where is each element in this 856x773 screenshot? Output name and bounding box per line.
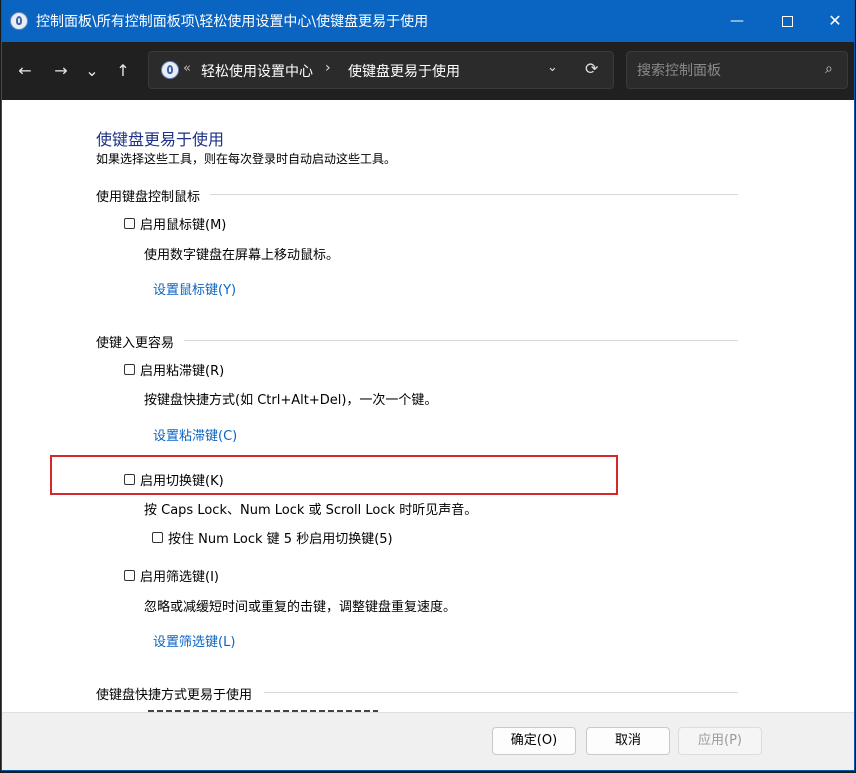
filter-keys-label: 启用筛选键(I)	[140, 570, 219, 585]
section-divider	[210, 194, 738, 195]
control-panel-icon	[161, 61, 179, 79]
control-panel-window: 控制面板\所有控制面板项\轻松使用设置中心\使键盘更易于使用 — ✕ ← → ⌄…	[2, 0, 854, 770]
toggle-keys-description: 按 Caps Lock、Num Lock 或 Scroll Lock 时听见声音…	[144, 503, 478, 518]
toggle-keys-hold-option[interactable]: 按住 Num Lock 键 5 秒启用切换键(5)	[152, 528, 393, 547]
toggle-keys-hold-label: 按住 Num Lock 键 5 秒启用切换键(5)	[168, 532, 393, 547]
mouse-keys-option[interactable]: 启用鼠标键(M)	[124, 214, 226, 233]
maximize-button[interactable]	[764, 6, 810, 36]
title-bar: 控制面板\所有控制面板项\轻松使用设置中心\使键盘更易于使用 — ✕	[2, 0, 854, 42]
forward-button[interactable]: →	[48, 58, 74, 84]
chevron-right-icon[interactable]: ›	[325, 60, 331, 76]
filter-keys-checkbox[interactable]	[124, 570, 135, 581]
setup-sticky-keys-link[interactable]: 设置粘滞键(C)	[153, 425, 237, 444]
back-button[interactable]: ←	[12, 58, 38, 84]
main-content: 使键盘更易于使用 如果选择这些工具，则在每次登录时自动启动这些工具。 使用键盘控…	[2, 100, 854, 714]
address-dropdown-button[interactable]: ⌄	[547, 60, 558, 75]
search-icon[interactable]: ⌕	[825, 61, 833, 77]
filter-keys-description: 忽略或减缓短时间或重复的击键，调整键盘重复速度。	[144, 600, 457, 615]
breadcrumb-keyboard[interactable]: 使键盘更易于使用	[348, 61, 460, 81]
up-button[interactable]: ↑	[110, 58, 136, 84]
search-input[interactable]	[635, 60, 819, 82]
cancel-button[interactable]: 取消	[586, 727, 670, 755]
dialog-footer: 确定(O) 取消 应用(P)	[2, 712, 854, 770]
close-button[interactable]: ✕	[812, 6, 854, 36]
page-subtitle: 如果选择这些工具，则在每次登录时自动启动这些工具。	[96, 152, 397, 166]
setup-filter-keys-link[interactable]: 设置筛选键(L)	[153, 631, 235, 650]
mouse-keys-description: 使用数字键盘在屏幕上移动鼠标。	[144, 248, 340, 263]
ok-button[interactable]: 确定(O)	[492, 727, 576, 755]
refresh-button[interactable]: ⟳	[585, 59, 598, 78]
control-panel-icon	[10, 12, 28, 30]
sticky-keys-option[interactable]: 启用粘滞键(R)	[124, 360, 224, 379]
highlight-annotation	[50, 455, 618, 495]
sticky-keys-checkbox[interactable]	[124, 364, 135, 375]
address-bar[interactable]: « 轻松使用设置中心 › 使键盘更易于使用 ⌄ ⟳	[148, 51, 614, 89]
sticky-keys-description: 按键盘快捷方式(如 Ctrl+Alt+Del)，一次一个键。	[144, 393, 438, 408]
minimize-button[interactable]: —	[714, 6, 760, 36]
mouse-keys-checkbox[interactable]	[124, 218, 135, 229]
navigation-bar: ← → ⌄ ↑ « 轻松使用设置中心 › 使键盘更易于使用 ⌄ ⟳ ⌕	[2, 42, 854, 100]
section-divider	[184, 340, 738, 341]
maximize-icon	[781, 15, 793, 27]
setup-mouse-keys-link[interactable]: 设置鼠标键(Y)	[153, 279, 236, 298]
toggle-keys-hold-checkbox[interactable]	[152, 532, 163, 543]
section-divider	[264, 692, 738, 693]
recent-locations-button[interactable]: ⌄	[79, 58, 105, 84]
breadcrumb-ease-of-access[interactable]: 轻松使用设置中心	[201, 61, 313, 81]
breadcrumb-overflow-icon[interactable]: «	[183, 61, 191, 76]
window-title: 控制面板\所有控制面板项\轻松使用设置中心\使键盘更易于使用	[36, 14, 429, 30]
section-heading-typing: 使键入更容易	[96, 336, 175, 351]
mouse-keys-label: 启用鼠标键(M)	[140, 218, 227, 233]
section-heading-shortcuts: 使键盘快捷方式更易于使用	[96, 688, 253, 703]
section-heading-mouse: 使用键盘控制鼠标	[96, 190, 201, 205]
filter-keys-option[interactable]: 启用筛选键(I)	[124, 566, 219, 585]
page-title: 使键盘更易于使用	[96, 130, 225, 149]
sticky-keys-label: 启用粘滞键(R)	[140, 364, 225, 379]
search-box[interactable]: ⌕	[626, 51, 848, 89]
apply-button[interactable]: 应用(P)	[678, 727, 762, 755]
